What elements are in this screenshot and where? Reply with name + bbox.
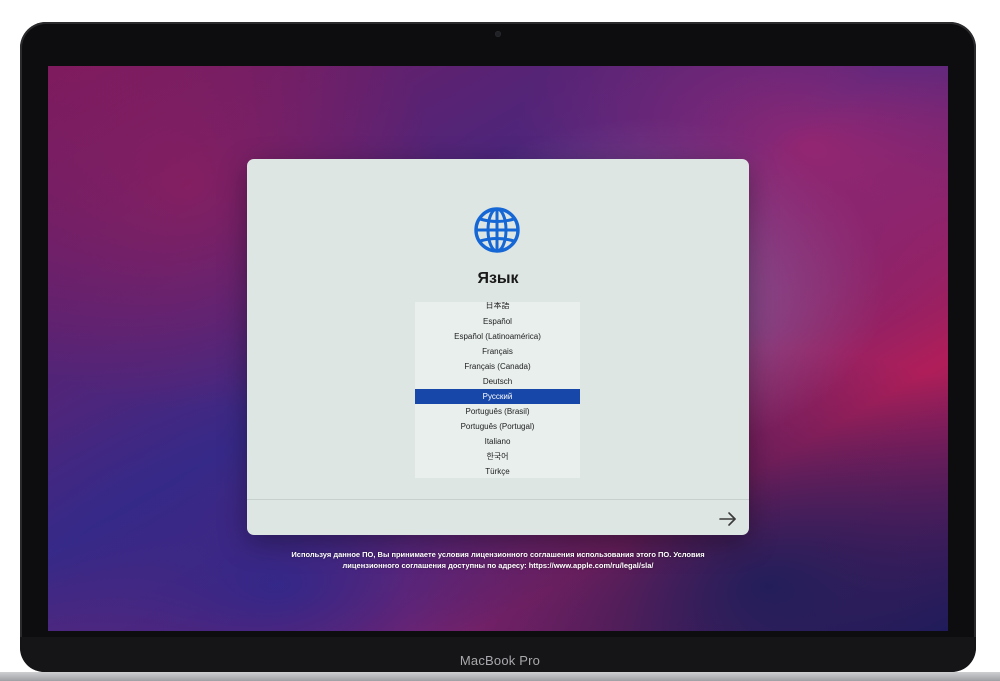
camera-icon [495, 31, 501, 37]
language-option-spanish[interactable]: Español [415, 314, 580, 329]
license-notice: Используя данное ПО, Вы принимаете услов… [228, 549, 768, 571]
license-line-1: Используя данное ПО, Вы принимаете услов… [291, 550, 705, 559]
display: Язык 日本語 Español Español (Latinoamérica)… [48, 66, 948, 631]
brand-label: MacBook Pro [459, 653, 541, 668]
license-line-2[interactable]: лицензионного соглашения доступны по адр… [228, 560, 768, 571]
page-title: Язык [477, 270, 519, 287]
language-option-german[interactable]: Deutsch [415, 374, 580, 389]
panel-divider [247, 499, 749, 500]
arrow-right-icon[interactable] [717, 509, 739, 529]
language-option-turkish[interactable]: Türkçe [415, 464, 580, 478]
language-option-spanish-latam[interactable]: Español (Latinoamérica) [415, 329, 580, 344]
language-option-italian[interactable]: Italiano [415, 434, 580, 449]
laptop-base [0, 672, 1000, 681]
language-option-french-canada[interactable]: Français (Canada) [415, 359, 580, 374]
language-list[interactable]: 日本語 Español Español (Latinoamérica) Fran… [415, 302, 580, 478]
language-option-french[interactable]: Français [415, 344, 580, 359]
language-option-japanese[interactable]: 日本語 [415, 302, 580, 314]
language-option-russian-selected[interactable]: Русский [415, 389, 580, 404]
language-option-korean[interactable]: 한국어 [415, 449, 580, 464]
globe-icon [474, 207, 520, 253]
language-option-portuguese-brazil[interactable]: Português (Brasil) [415, 404, 580, 419]
language-option-portuguese-portugal[interactable]: Português (Portugal) [415, 419, 580, 434]
setup-window: Язык 日本語 Español Español (Latinoamérica)… [247, 159, 749, 535]
